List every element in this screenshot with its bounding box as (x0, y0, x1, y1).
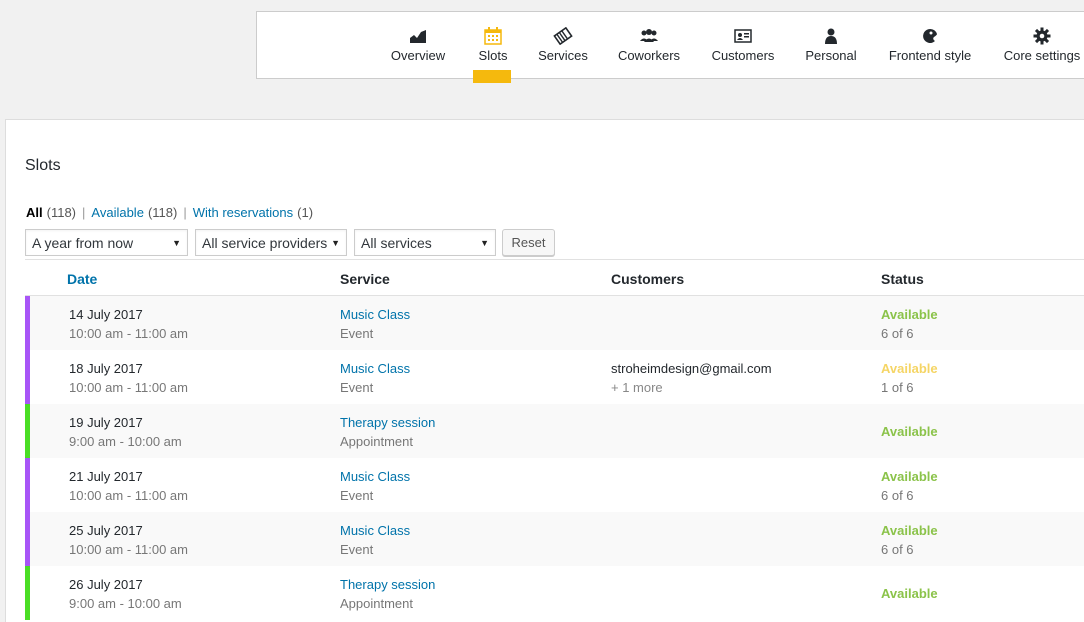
row-date: 26 July 2017 (69, 577, 143, 592)
row-service-type: Appointment (340, 596, 413, 611)
row-color-stripe (25, 458, 30, 512)
row-status: Available (881, 424, 938, 439)
column-header-status: Status (881, 271, 924, 287)
row-time: 9:00 am - 10:00 am (69, 596, 182, 611)
reset-button[interactable]: Reset (502, 229, 555, 256)
nav-item-customers[interactable]: Customers (711, 12, 775, 80)
row-capacity: 6 of 6 (881, 542, 914, 557)
row-color-stripe (25, 296, 30, 350)
row-service-link[interactable]: Music Class (340, 523, 410, 538)
services-select[interactable]: All services ▼ (354, 229, 496, 256)
row-service-link[interactable]: Therapy session (340, 415, 435, 430)
row-status: Available (881, 361, 938, 376)
view-with-reservations-count: (1) (297, 205, 314, 220)
row-service-type: Event (340, 380, 374, 395)
row-status: Available (881, 307, 938, 322)
row-service-type: Appointment (340, 434, 413, 449)
table-row[interactable]: 18 July 2017 10:00 am - 11:00 am Music C… (25, 350, 1084, 404)
view-available-count: (118) (147, 205, 178, 220)
column-header-date[interactable]: Date (67, 271, 97, 287)
row-date: 21 July 2017 (69, 469, 143, 484)
nav-item-label: Services (538, 48, 588, 63)
page-title: Slots (25, 157, 61, 174)
view-filters: All (118) | Available (118) | With reser… (26, 205, 313, 220)
table-row[interactable]: 21 July 2017 10:00 am - 11:00 am Music C… (25, 458, 1084, 512)
services-select-value: All services (361, 234, 432, 251)
row-service-type: Event (340, 488, 374, 503)
view-available-link[interactable]: Available (91, 205, 144, 220)
table-row[interactable]: 14 July 2017 10:00 am - 11:00 am Music C… (25, 296, 1084, 350)
row-time: 10:00 am - 11:00 am (69, 326, 188, 341)
row-color-stripe (25, 566, 30, 620)
top-nav: Overview Slots Services Coworkers Custom… (256, 11, 1084, 79)
nav-item-coworkers[interactable]: Coworkers (617, 12, 681, 80)
row-customer-email: stroheimdesign@gmail.com (611, 361, 772, 376)
providers-select-value: All service providers (202, 234, 328, 251)
view-with-reservations-link[interactable]: With reservations (193, 205, 293, 220)
providers-select[interactable]: All service providers ▼ (195, 229, 347, 256)
nav-item-label: Customers (711, 48, 775, 63)
row-status: Available (881, 523, 938, 538)
table-row[interactable]: 19 July 2017 9:00 am - 10:00 am Therapy … (25, 404, 1084, 458)
row-capacity: 6 of 6 (881, 488, 914, 503)
view-separator: | (82, 205, 86, 220)
column-header-service: Service (340, 271, 390, 287)
row-color-stripe (25, 404, 30, 458)
period-select[interactable]: A year from now ▼ (25, 229, 188, 256)
table-row[interactable]: 25 July 2017 10:00 am - 11:00 am Music C… (25, 512, 1084, 566)
row-status: Available (881, 469, 938, 484)
customers-icon (734, 27, 752, 45)
row-service-link[interactable]: Music Class (340, 307, 410, 322)
row-time: 10:00 am - 11:00 am (69, 542, 188, 557)
nav-item-personal[interactable]: Personal (805, 12, 857, 80)
row-color-stripe (25, 512, 30, 566)
row-date: 18 July 2017 (69, 361, 143, 376)
row-time: 10:00 am - 11:00 am (69, 488, 188, 503)
row-status: Available (881, 586, 938, 601)
row-time: 9:00 am - 10:00 am (69, 434, 182, 449)
coworkers-icon (640, 27, 658, 45)
nav-item-label: Personal (805, 48, 857, 63)
row-service-type: Event (340, 542, 374, 557)
period-select-value: A year from now (32, 234, 134, 251)
row-customer-more[interactable]: + 1 more (611, 380, 663, 395)
table-header: Date Service Customers Status (25, 259, 1084, 296)
row-date: 25 July 2017 (69, 523, 143, 538)
nav-item-overview[interactable]: Overview (390, 12, 446, 80)
chart-icon (409, 27, 427, 45)
row-date: 14 July 2017 (69, 307, 143, 322)
nav-item-label: Frontend style (888, 48, 972, 63)
row-capacity: 1 of 6 (881, 380, 914, 395)
nav-item-label: Coworkers (617, 48, 681, 63)
row-service-link[interactable]: Therapy session (340, 577, 435, 592)
row-capacity: 6 of 6 (881, 326, 914, 341)
nav-item-frontend-style[interactable]: Frontend style (887, 12, 973, 80)
row-service-link[interactable]: Music Class (340, 469, 410, 484)
gear-icon (1033, 27, 1051, 45)
nav-item-label: Core settings (1003, 48, 1081, 63)
nav-item-label: Overview (390, 48, 446, 63)
chevron-down-icon: ▼ (480, 237, 489, 248)
view-all-link[interactable]: All (26, 205, 43, 220)
column-header-customers: Customers (611, 271, 685, 287)
view-separator: | (183, 205, 187, 220)
chevron-down-icon: ▼ (172, 237, 181, 248)
palette-icon (922, 27, 938, 45)
person-icon (824, 27, 838, 45)
nav-item-services[interactable]: Services (538, 12, 588, 80)
row-color-stripe (25, 350, 30, 404)
row-date: 19 July 2017 (69, 415, 143, 430)
chevron-down-icon: ▼ (331, 237, 340, 248)
calendar-icon (484, 27, 502, 45)
row-service-type: Event (340, 326, 374, 341)
view-all-count: (118) (46, 205, 77, 220)
nav-item-label: Slots (478, 48, 508, 63)
active-tab-indicator (473, 70, 511, 83)
table-row[interactable]: 26 July 2017 9:00 am - 10:00 am Therapy … (25, 566, 1084, 620)
row-time: 10:00 am - 11:00 am (69, 380, 188, 395)
services-icon (553, 27, 573, 45)
nav-item-core-settings[interactable]: Core settings (1003, 12, 1081, 80)
row-service-link[interactable]: Music Class (340, 361, 410, 376)
